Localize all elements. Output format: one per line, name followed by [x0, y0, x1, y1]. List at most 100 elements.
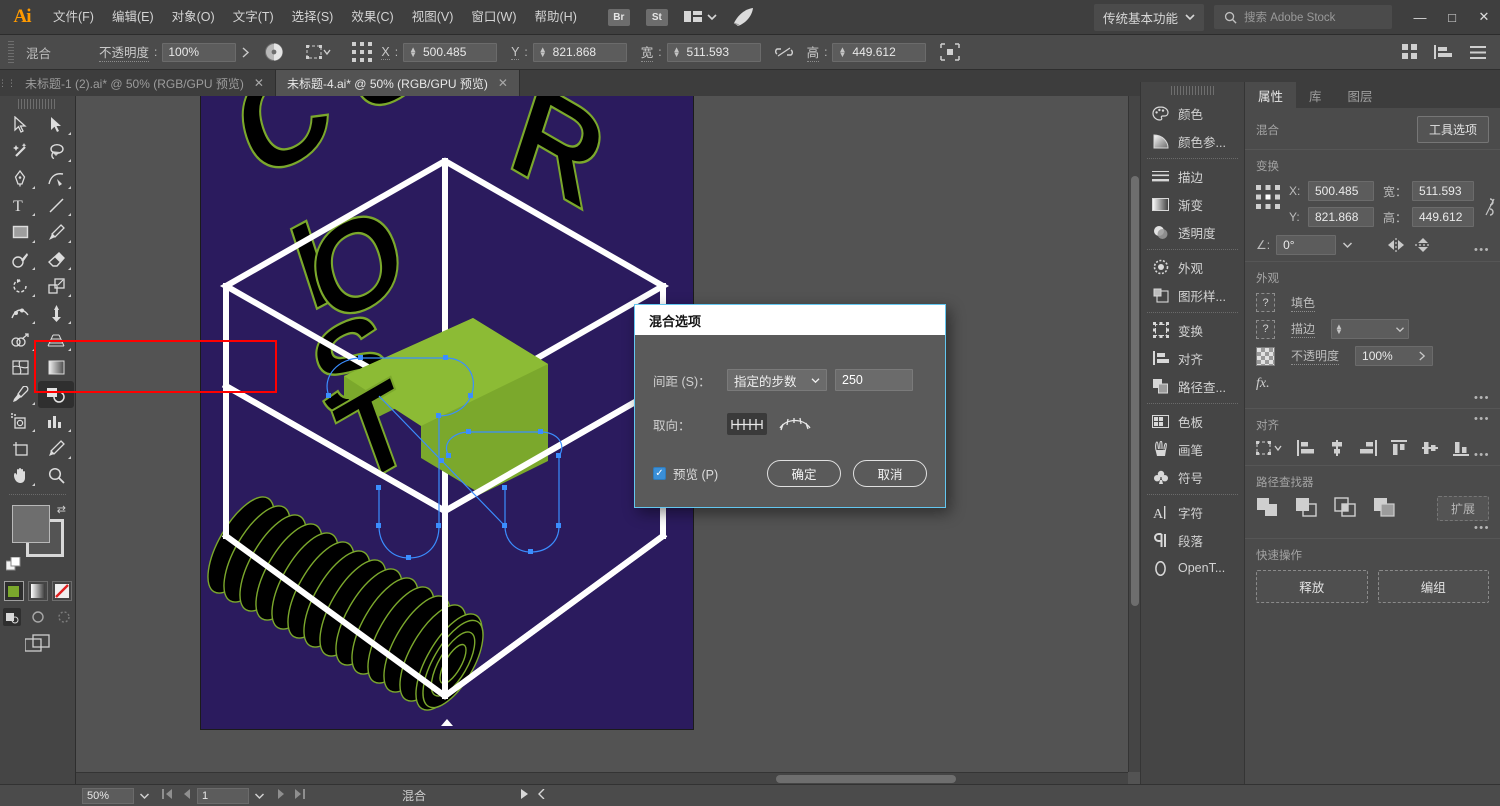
menu-window[interactable]: 窗口(W)	[462, 0, 525, 35]
color-button[interactable]	[3, 581, 24, 601]
align-left-icon[interactable]	[1297, 440, 1315, 459]
release-button[interactable]: 释放	[1256, 570, 1368, 603]
x-input[interactable]: ▲ ▼ 500.485	[403, 42, 498, 62]
canvas-horizontal-scrollbar[interactable]	[76, 772, 1128, 784]
document-tab-1-close-icon[interactable]: ✕	[254, 76, 264, 90]
tool-options-button[interactable]: 工具选项	[1416, 116, 1489, 143]
first-artboard-icon[interactable]	[159, 789, 176, 802]
h-stepper[interactable]: ▲ ▼	[838, 46, 846, 59]
symbol-sprayer-tool[interactable]	[2, 408, 38, 435]
align-center-horizontal-icon[interactable]	[1328, 440, 1346, 459]
scale-tool[interactable]	[38, 273, 74, 300]
align-more-options[interactable]: •••	[1474, 449, 1490, 461]
dock-color-guide[interactable]: 颜色参...	[1141, 127, 1244, 155]
canvas-hscroll-thumb[interactable]	[776, 775, 956, 783]
artboard-tool[interactable]	[2, 435, 38, 462]
tab-layers[interactable]: 图层	[1335, 82, 1386, 108]
document-tab-2-close-icon[interactable]: ✕	[498, 76, 508, 90]
opacity-flyout-icon[interactable]	[1418, 351, 1426, 361]
hand-tool[interactable]	[2, 462, 38, 489]
transform-more-options[interactable]: •••	[1474, 244, 1490, 256]
dock-transparency[interactable]: 透明度	[1141, 218, 1244, 246]
pathfinder-minus-front-icon[interactable]	[1295, 497, 1317, 520]
blend-options-dialog[interactable]: 混合选项 间距 (S)： 指定的步数 250 取向： ✓ 预览 (P) 确定 取…	[634, 304, 946, 508]
status-play-icon[interactable]	[517, 789, 532, 802]
rectangle-tool[interactable]	[2, 219, 38, 246]
bridge-badge-icon[interactable]: Br	[607, 8, 630, 26]
y-stepper[interactable]: ▲ ▼	[539, 46, 547, 59]
pathfinder-exclude-icon[interactable]	[1373, 497, 1395, 520]
width-tool[interactable]	[2, 300, 38, 327]
document-tab-2[interactable]: 未标题-4.ai* @ 50% (RGB/GPU 预览) ✕	[275, 70, 520, 96]
align-to-dropdown[interactable]	[1256, 440, 1284, 459]
dock-opentype[interactable]: OpenT...	[1141, 554, 1244, 582]
paintbrush-tool[interactable]	[38, 219, 74, 246]
eraser-tool[interactable]	[38, 246, 74, 273]
draw-behind-icon[interactable]	[29, 608, 47, 626]
gradient-tool[interactable]	[38, 354, 74, 381]
pathfinder-more-options[interactable]: •••	[1474, 522, 1490, 534]
chevron-down-icon[interactable]	[1395, 326, 1405, 333]
cancel-button[interactable]: 取消	[853, 460, 927, 487]
spacing-mode-select[interactable]: 指定的步数	[727, 369, 827, 391]
canvas-vscroll-thumb[interactable]	[1131, 176, 1139, 606]
slice-tool[interactable]	[38, 435, 74, 462]
shape-builder-tool[interactable]	[2, 327, 38, 354]
align-panel-icon[interactable]	[1434, 45, 1454, 59]
status-menu-icon[interactable]	[535, 788, 549, 802]
dock-character[interactable]: A 字符	[1141, 498, 1244, 526]
control-bar-grip[interactable]	[8, 41, 14, 63]
document-tab-1[interactable]: 未标题-1 (2).ai* @ 50% (RGB/GPU 预览) ✕	[14, 70, 276, 96]
tab-bar-grip[interactable]: ⋮⋮	[0, 70, 16, 96]
dock-color[interactable]: 颜色	[1141, 99, 1244, 127]
column-graph-tool[interactable]	[38, 408, 74, 435]
dock-align[interactable]: 对齐	[1141, 344, 1244, 372]
blend-tool[interactable]	[38, 381, 74, 408]
opacity-input[interactable]: 100%	[162, 42, 237, 62]
menu-view[interactable]: 视图(V)	[403, 0, 463, 35]
height-input[interactable]: ▲ ▼ 449.612	[832, 42, 927, 62]
dock-appearance[interactable]: 外观	[1141, 253, 1244, 281]
menu-select[interactable]: 选择(S)	[283, 0, 343, 35]
gradient-button[interactable]	[27, 581, 48, 601]
align-top-icon[interactable]	[1390, 440, 1408, 459]
appearance-more-options[interactable]: •••	[1474, 392, 1490, 404]
draw-inside-icon[interactable]	[55, 608, 73, 626]
direct-selection-tool[interactable]	[38, 111, 74, 138]
prop-w-input[interactable]: 511.593	[1412, 181, 1474, 201]
reference-point-selector[interactable]	[352, 42, 373, 62]
minimize-button[interactable]: —	[1404, 0, 1436, 35]
align-bottom-icon[interactable]	[1452, 440, 1470, 459]
transform-reference-point[interactable]	[1256, 181, 1280, 212]
expand-button[interactable]: 扩展	[1436, 496, 1489, 521]
menu-edit[interactable]: 编辑(E)	[103, 0, 163, 35]
close-button[interactable]: ✕	[1468, 0, 1500, 35]
panel-menu-icon[interactable]	[1470, 45, 1486, 59]
menu-file[interactable]: 文件(F)	[44, 0, 103, 35]
canvas-area[interactable]: C U R I O S	[76, 96, 1140, 784]
menu-object[interactable]: 对象(O)	[163, 0, 224, 35]
draw-normal-icon[interactable]	[2, 608, 21, 626]
spacing-value-input[interactable]: 250	[835, 369, 913, 391]
align-center-vertical-icon[interactable]	[1421, 440, 1439, 459]
tab-properties[interactable]: 属性	[1245, 82, 1297, 108]
artboard-dropdown-icon[interactable]	[254, 792, 265, 800]
flip-vertical-icon[interactable]	[1413, 237, 1433, 253]
preview-checkbox[interactable]: ✓	[653, 467, 666, 480]
zoom-tool[interactable]	[38, 462, 74, 489]
stroke-swatch-button[interactable]: ?	[1256, 319, 1275, 339]
swap-fill-stroke-icon[interactable]: ⇄	[57, 503, 66, 516]
stock-search-box[interactable]: 搜索 Adobe Stock	[1214, 5, 1392, 29]
eyedropper-tool[interactable]	[2, 381, 38, 408]
stock-badge-icon[interactable]: St	[645, 8, 668, 26]
previous-artboard-icon[interactable]	[179, 789, 194, 802]
align-right-icon[interactable]	[1359, 440, 1377, 459]
opacity-mask-icon[interactable]	[264, 42, 284, 62]
workspace-switcher[interactable]: 传统基本功能	[1093, 3, 1204, 31]
perspective-grid-tool[interactable]	[38, 327, 74, 354]
fx-button[interactable]: fx.	[1256, 376, 1489, 392]
align-top-more-options[interactable]: •••	[1474, 413, 1490, 425]
w-stepper[interactable]: ▲ ▼	[673, 46, 681, 59]
ok-button[interactable]: 确定	[767, 460, 841, 487]
tools-panel-grip[interactable]	[18, 99, 57, 109]
